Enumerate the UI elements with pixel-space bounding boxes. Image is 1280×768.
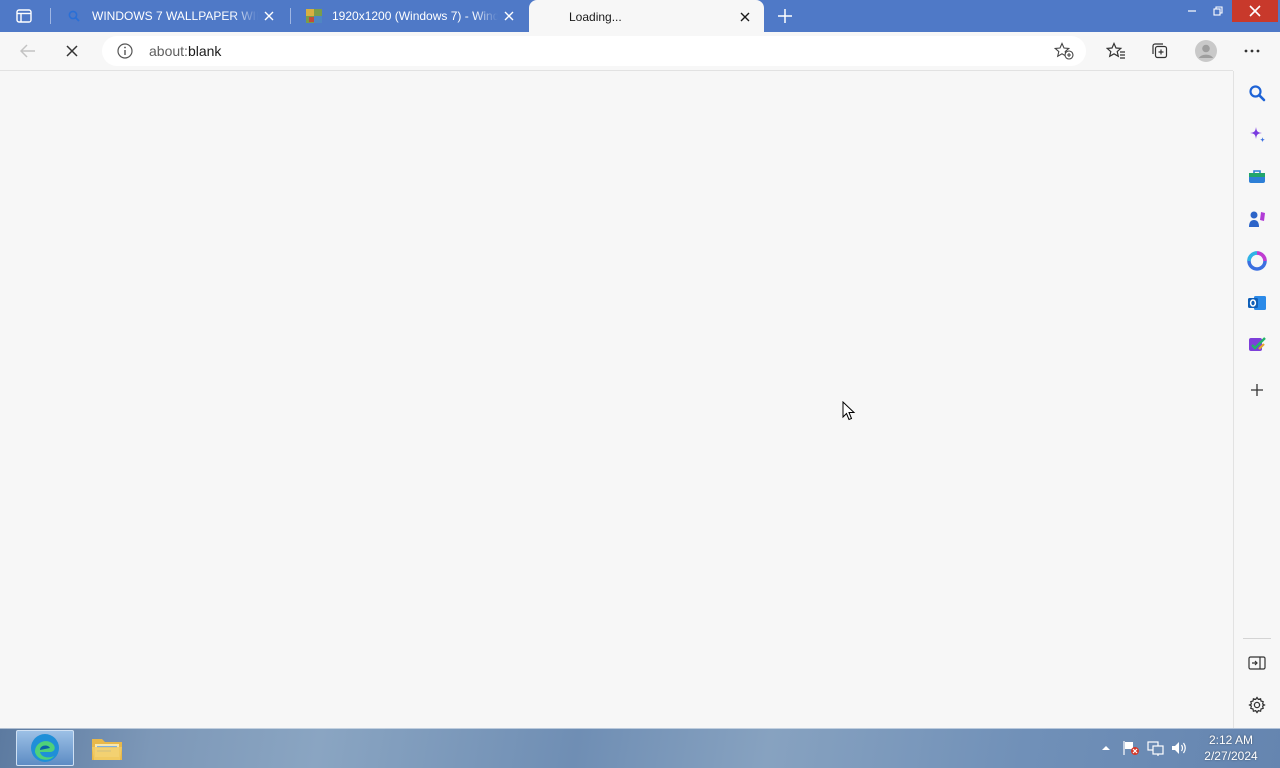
tab-loading-active[interactable]: Loading... <box>529 0 764 34</box>
edge-icon <box>31 734 59 762</box>
close-tab-icon[interactable] <box>498 5 520 27</box>
add-icon[interactable] <box>1245 378 1269 402</box>
back-button[interactable] <box>14 37 42 65</box>
tab-strip: WINDOWS 7 WALLPAPER WIKI 1920x1200 (Wind… <box>0 0 1280 34</box>
search-icon <box>66 8 82 24</box>
tab-1920x1200-windows-7[interactable]: 1920x1200 (Windows 7) - Windows <box>292 0 528 32</box>
address-bar[interactable]: about:blank <box>102 36 1086 66</box>
tab-actions-icon[interactable] <box>10 5 38 27</box>
microsoft-365-icon[interactable] <box>1245 249 1269 273</box>
taskbar-file-explorer-button[interactable] <box>78 730 136 766</box>
tab-windows-7-wallpaper-wiki[interactable]: WINDOWS 7 WALLPAPER WIKI <box>52 0 288 32</box>
favorites-button[interactable] <box>1102 37 1130 65</box>
navigation-toolbar: about:blank <box>0 32 1280 70</box>
url-scheme: about: <box>149 43 188 59</box>
settings-and-more-button[interactable] <box>1238 37 1266 65</box>
network-icon[interactable] <box>1144 728 1166 768</box>
search-icon[interactable] <box>1245 81 1269 105</box>
profile-avatar[interactable] <box>1192 37 1220 65</box>
new-tab-button[interactable] <box>772 4 798 28</box>
collections-button[interactable] <box>1146 37 1174 65</box>
add-favorite-icon[interactable] <box>1050 39 1078 63</box>
page-content-blank[interactable] <box>0 71 1233 728</box>
tab-title: WINDOWS 7 WALLPAPER WIKI <box>92 9 258 23</box>
file-explorer-icon <box>92 739 122 760</box>
info-icon[interactable] <box>116 43 134 59</box>
restore-button[interactable] <box>1204 0 1232 22</box>
hide-sidebar-icon[interactable] <box>1245 651 1269 675</box>
taskbar-edge-button[interactable] <box>16 730 74 766</box>
mouse-cursor-icon <box>842 401 856 421</box>
show-hidden-icons-button[interactable] <box>1098 728 1114 768</box>
shopping-icon[interactable] <box>1245 165 1269 189</box>
close-tab-icon[interactable] <box>258 5 280 27</box>
url-path: blank <box>187 43 222 59</box>
tab-separator <box>290 8 291 24</box>
clock-time: 2:12 AM <box>1208 733 1254 747</box>
copilot-icon[interactable] <box>1245 123 1269 147</box>
sidebar-divider <box>1243 638 1271 639</box>
edge-sidebar <box>1233 71 1280 728</box>
action-center-flag-icon[interactable] <box>1120 728 1142 768</box>
close-tab-icon[interactable] <box>734 6 756 28</box>
settings-icon[interactable] <box>1245 693 1269 717</box>
games-icon[interactable] <box>1245 207 1269 231</box>
windows-taskbar: 2:12 AM 2/27/2024 <box>0 728 1280 768</box>
url-text[interactable]: about:blank <box>149 43 221 59</box>
taskbar-clock[interactable]: 2:12 AM 2/27/2024 <box>1196 732 1266 764</box>
volume-icon[interactable] <box>1168 728 1190 768</box>
minimize-button[interactable] <box>1178 0 1206 22</box>
clock-date: 2/27/2024 <box>1204 749 1258 763</box>
drop-icon[interactable] <box>1245 333 1269 357</box>
wallpaper-thumbnail-icon <box>306 8 322 24</box>
tab-title: Loading... <box>569 10 622 24</box>
tab-title: 1920x1200 (Windows 7) - Windows <box>332 9 498 23</box>
outlook-icon[interactable] <box>1245 291 1269 315</box>
stop-loading-button[interactable] <box>58 37 86 65</box>
close-window-button[interactable] <box>1232 0 1278 22</box>
tab-separator <box>50 8 51 24</box>
